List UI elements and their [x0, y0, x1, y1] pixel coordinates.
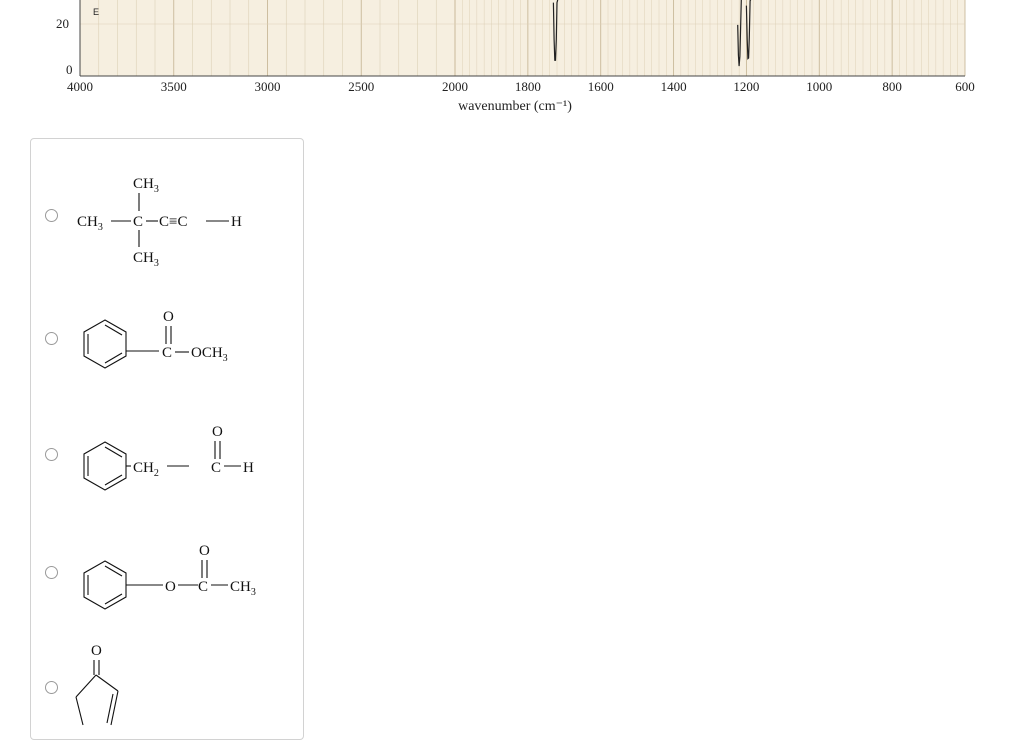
radio-option-d[interactable]	[45, 566, 58, 579]
x-tick-label-1000: 1000	[806, 79, 832, 94]
label-carbonyl-o: O	[91, 643, 102, 659]
label-triple-bond: C≡C	[159, 214, 187, 230]
x-tick-label-1200: 1200	[733, 79, 759, 94]
label-carbonyl-o: O	[199, 543, 210, 559]
label-carbonyl-c: C	[211, 460, 221, 476]
ring-bond-left	[75, 674, 97, 698]
label-h: H	[231, 214, 242, 230]
structure-phenylacetaldehyde: CH2 O C H	[83, 424, 254, 491]
label-ch2: CH2	[133, 460, 159, 479]
plot-background	[80, 0, 965, 76]
structure-methyl-benzoate: O C OCH3	[83, 309, 228, 369]
x-tick-label-3500: 3500	[161, 79, 187, 94]
x-tick-label-1400: 1400	[661, 79, 687, 94]
benzene-ring	[83, 441, 127, 491]
x-tick-label-2500: 2500	[348, 79, 374, 94]
label-ch3-left: CH3	[77, 214, 103, 233]
x-tick-label-4000: 4000	[67, 79, 93, 94]
x-tick-labels: 4000 3500 3000 2500 2000 1800 1600 1400 1200 1000…	[67, 79, 975, 94]
structure-cyclopentenone: O	[75, 643, 119, 726]
label-ch3: CH3	[230, 579, 256, 598]
label-ch3-top: CH3	[133, 176, 159, 195]
label-carbonyl-o: O	[163, 309, 174, 325]
radio-option-a[interactable]	[45, 209, 58, 222]
radio-option-b[interactable]	[45, 332, 58, 345]
label-carbonyl-o: O	[212, 424, 223, 440]
label-carbonyl-c: C	[198, 579, 208, 595]
answer-options-panel: CH3 CH3 C C≡C H CH3 O C OCH3 CH2 O C H O…	[30, 138, 304, 740]
x-tick-label-2000: 2000	[442, 79, 468, 94]
label-och3: OCH3	[191, 345, 228, 364]
ir-spectrum-chart: 20 0 E 4000 3500 3000 2500 2000 1800 1600 1400 1…	[56, 0, 975, 114]
structure-phenyl-acetate: O O C CH3	[83, 543, 256, 610]
benzene-ring	[83, 560, 127, 610]
x-tick-label-1800: 1800	[515, 79, 541, 94]
label-carbonyl-c: C	[162, 345, 172, 361]
label-ch3-bottom: CH3	[133, 250, 159, 269]
x-tick-label-600: 600	[955, 79, 975, 94]
ring-bond-right	[95, 674, 119, 692]
x-tick-label-3000: 3000	[255, 79, 281, 94]
radio-option-e[interactable]	[45, 681, 58, 694]
x-tick-label-800: 800	[882, 79, 902, 94]
label-central-c: C	[133, 214, 143, 230]
y-tick-label-20: 20	[56, 16, 69, 31]
y-axis-partial-label: E	[93, 7, 99, 17]
label-h: H	[243, 460, 254, 476]
structure-tert-butylacetylene: CH3 CH3 C C≡C H CH3	[77, 176, 242, 269]
label-ester-o: O	[165, 579, 176, 595]
x-axis-label: wavenumber (cm⁻¹)	[458, 99, 572, 114]
y-tick-label-0: 0	[66, 62, 73, 77]
x-tick-label-1600: 1600	[588, 79, 614, 94]
benzene-ring	[83, 319, 127, 369]
radio-option-c[interactable]	[45, 448, 58, 461]
